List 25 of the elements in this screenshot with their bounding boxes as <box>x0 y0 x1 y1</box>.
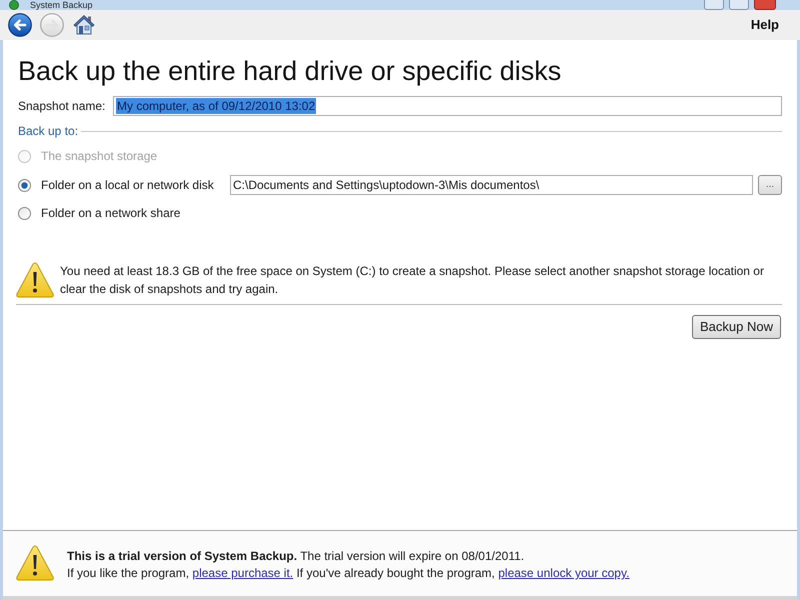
minimize-button[interactable] <box>704 0 724 10</box>
snapshot-name-label: Snapshot name: <box>17 98 106 115</box>
back-button[interactable] <box>8 13 32 37</box>
text-link[interactable]: please purchase it. <box>192 566 294 580</box>
text-link[interactable]: please unlock your copy. <box>498 566 630 580</box>
window-title: System Backup <box>30 0 93 10</box>
house-icon <box>73 14 95 36</box>
trial-message: If you like the program, please purchase it. If you've already bought the program, please unlock your copy. <box>67 565 630 582</box>
backup-now-button[interactable]: Backup Now <box>692 315 781 339</box>
trial-headline: This is a trial version of System Backup. The trial version will expire on 08/01/2011. <box>67 548 526 565</box>
maximize-button[interactable] <box>729 0 749 10</box>
snapshot-name-field[interactable]: My computer, as of 09/12/2010 13:02 <box>113 96 782 116</box>
radio-option[interactable]: Folder on a local or network disk <box>16 176 230 194</box>
browse-button[interactable]: ... <box>758 175 782 195</box>
warning-message: You need at least 18.3 GB of the free space on System (C:) to create a snapshot. Please select another snapshot storage location or clear the disk of snapshots and try again. <box>60 263 765 298</box>
warning-icon <box>16 545 54 581</box>
home-button[interactable] <box>73 14 95 36</box>
back-up-to-label: Back up to: <box>17 123 78 140</box>
page-heading: Back up the entire hard drive or specific disks <box>17 56 562 87</box>
app-icon <box>9 0 19 10</box>
help-link[interactable]: Help <box>750 15 779 35</box>
radio-option[interactable]: Folder on a network share <box>16 204 180 222</box>
warning-icon <box>16 262 54 298</box>
close-button[interactable] <box>754 0 776 10</box>
folder-path-field[interactable]: C:\Documents and Settings\uptodown-3\Mis documentos\ <box>230 175 753 195</box>
